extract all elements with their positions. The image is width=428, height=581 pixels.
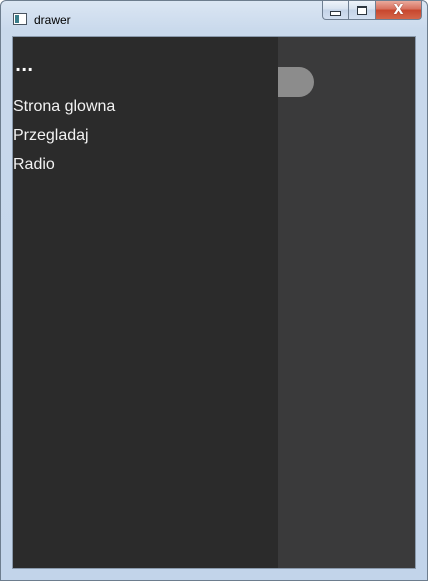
title-bar[interactable]: drawer X — [1, 1, 427, 35]
drawer-toggle-handle[interactable] — [278, 67, 314, 97]
window-app-icon[interactable] — [13, 13, 27, 25]
navigation-drawer: ... Strona glowna Przegladaj Radio — [13, 37, 278, 568]
maximize-icon — [357, 5, 367, 15]
more-menu-icon[interactable]: ... — [15, 58, 33, 74]
maximize-button[interactable] — [349, 1, 376, 20]
window-content: ... Strona glowna Przegladaj Radio — [12, 36, 416, 569]
drawer-menu: Strona glowna Przegladaj Radio — [13, 97, 115, 184]
menu-item-przegladaj[interactable]: Przegladaj — [13, 126, 115, 155]
close-button[interactable]: X — [376, 1, 422, 20]
app-window: drawer X ... Strona glowna Przegladaj Ra… — [0, 0, 428, 581]
minimize-icon — [330, 10, 341, 16]
window-title: drawer — [34, 13, 71, 27]
close-icon: X — [393, 2, 404, 18]
menu-item-radio[interactable]: Radio — [13, 155, 115, 184]
minimize-button[interactable] — [322, 1, 349, 20]
caption-buttons: X — [322, 1, 422, 21]
menu-item-strona-glowna[interactable]: Strona glowna — [13, 97, 115, 126]
